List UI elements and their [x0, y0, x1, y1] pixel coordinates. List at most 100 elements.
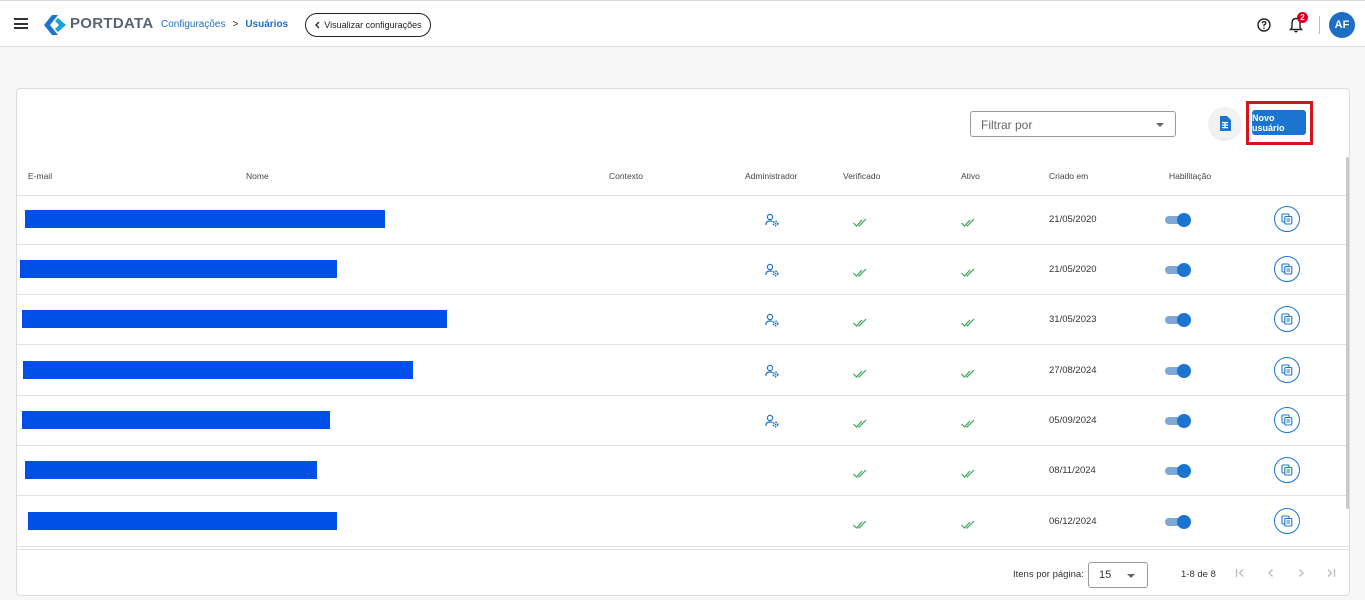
toggle-knob: [1177, 313, 1191, 327]
verified-check-icon: [853, 218, 867, 227]
verified-check-icon: [853, 369, 867, 378]
active-check-icon: [961, 369, 975, 378]
enabled-toggle[interactable]: [1165, 413, 1193, 429]
active-check-icon: [961, 218, 975, 227]
enabled-toggle[interactable]: [1165, 262, 1193, 278]
column-verificado[interactable]: Verificado: [843, 171, 880, 181]
copy-user-button[interactable]: [1274, 357, 1300, 383]
copy-icon: [1281, 414, 1293, 426]
table-row[interactable]: 21/05/2020: [17, 195, 1349, 245]
toggle-knob: [1177, 213, 1191, 227]
table-row[interactable]: 08/11/2024: [17, 446, 1349, 496]
table-row[interactable]: 27/08/2024: [17, 346, 1349, 396]
created-date: 06/12/2024: [1049, 516, 1097, 527]
created-date: 05/09/2024: [1049, 415, 1097, 426]
active-check-icon: [961, 520, 975, 529]
verified-check-icon: [853, 469, 867, 478]
export-spreadsheet-button[interactable]: [1209, 107, 1241, 139]
copy-user-button[interactable]: [1274, 457, 1300, 483]
notification-badge: 2: [1297, 12, 1308, 23]
column-ativo[interactable]: Ativo: [961, 171, 980, 181]
logo-text: PORTDATA: [70, 15, 154, 32]
active-check-icon: [961, 469, 975, 478]
column-habilitacao[interactable]: Habilitação: [1169, 171, 1211, 181]
items-per-page-label: Itens por página:: [1013, 569, 1084, 580]
breadcrumb-configuracoes[interactable]: Configurações: [161, 19, 225, 30]
column-email[interactable]: E-mail: [28, 171, 52, 181]
pagination-bar: Itens por página: 15 1-8 de 8: [17, 549, 1349, 595]
created-date: 27/08/2024: [1049, 365, 1097, 376]
enabled-toggle[interactable]: [1165, 463, 1193, 479]
logo-text-data: DATA: [112, 15, 154, 32]
users-card: Filtrar por Novo usuário E-mail Nome Con…: [16, 88, 1350, 596]
admin-user-settings-icon: [765, 414, 779, 428]
logo-text-port: PORT: [70, 15, 113, 32]
copy-icon: [1281, 515, 1293, 527]
verified-check-icon: [853, 520, 867, 529]
breadcrumb-separator: >: [232, 19, 239, 30]
column-criado-em[interactable]: Criado em: [1049, 171, 1088, 181]
toggle-knob: [1177, 464, 1191, 478]
column-administrador[interactable]: Administrador: [745, 171, 797, 181]
hamburger-menu-icon[interactable]: [14, 18, 28, 29]
header-divider: [1319, 16, 1320, 34]
admin-user-settings-icon: [765, 364, 779, 378]
portdata-logo-icon: [44, 15, 66, 35]
filter-placeholder: Filtrar por: [981, 118, 1033, 132]
admin-user-settings-icon: [765, 263, 779, 277]
help-icon[interactable]: [1257, 18, 1271, 32]
table-scrollbar[interactable]: [1346, 157, 1349, 509]
table-row[interactable]: 05/09/2024: [17, 396, 1349, 446]
redacted-email: [23, 361, 413, 379]
copy-icon: [1281, 263, 1293, 275]
column-contexto[interactable]: Contexto: [609, 171, 643, 181]
items-per-page-value: 15: [1099, 569, 1112, 581]
verified-check-icon: [853, 419, 867, 428]
copy-icon: [1281, 364, 1293, 376]
copy-icon: [1281, 464, 1293, 476]
copy-user-button[interactable]: [1274, 508, 1300, 534]
toggle-knob: [1177, 414, 1191, 428]
copy-user-button[interactable]: [1274, 407, 1300, 433]
table-row[interactable]: 06/12/2024: [17, 497, 1349, 547]
chevron-left-icon: [315, 21, 320, 29]
admin-user-settings-icon: [765, 213, 779, 227]
table-row[interactable]: 21/05/2020: [17, 245, 1349, 295]
first-page-icon[interactable]: [1232, 565, 1248, 581]
enabled-toggle[interactable]: [1165, 212, 1193, 228]
view-configurations-label: Visualizar configurações: [324, 20, 422, 30]
enabled-toggle[interactable]: [1165, 363, 1193, 379]
previous-page-icon[interactable]: [1263, 565, 1279, 581]
last-page-icon[interactable]: [1323, 565, 1339, 581]
next-page-icon[interactable]: [1293, 565, 1309, 581]
toggle-knob: [1177, 263, 1191, 277]
breadcrumb-usuarios: Usuários: [245, 19, 289, 30]
copy-user-button[interactable]: [1274, 206, 1300, 232]
active-check-icon: [961, 318, 975, 327]
table-row[interactable]: 31/05/2023: [17, 295, 1349, 345]
items-per-page-select[interactable]: 15: [1088, 562, 1148, 588]
created-date: 08/11/2024: [1049, 465, 1096, 476]
column-nome[interactable]: Nome: [246, 171, 269, 181]
spreadsheet-file-icon: [1220, 115, 1231, 131]
active-check-icon: [961, 268, 975, 277]
top-bar: PORTDATA Configurações > Usuários Visualiz…: [0, 0, 1365, 47]
verified-check-icon: [853, 268, 867, 277]
view-configurations-button[interactable]: Visualizar configurações: [305, 13, 431, 37]
user-avatar[interactable]: AF: [1329, 12, 1355, 38]
copy-user-button[interactable]: [1274, 306, 1300, 332]
copy-user-button[interactable]: [1274, 256, 1300, 282]
verified-check-icon: [853, 318, 867, 327]
table-header: E-mail Nome Contexto Administrador Verif…: [17, 163, 1349, 196]
redacted-email: [28, 512, 337, 530]
enabled-toggle[interactable]: [1165, 514, 1193, 530]
enabled-toggle[interactable]: [1165, 312, 1193, 328]
copy-icon: [1281, 213, 1293, 225]
breadcrumb: Configurações > Usuários: [161, 19, 288, 30]
admin-user-settings-icon: [765, 313, 779, 327]
new-user-button[interactable]: Novo usuário: [1252, 110, 1306, 135]
created-date: 21/05/2020: [1049, 264, 1097, 275]
filter-chevron-down-icon: [1156, 123, 1164, 127]
created-date: 21/05/2020: [1049, 214, 1097, 225]
filter-select[interactable]: Filtrar por: [970, 111, 1176, 137]
